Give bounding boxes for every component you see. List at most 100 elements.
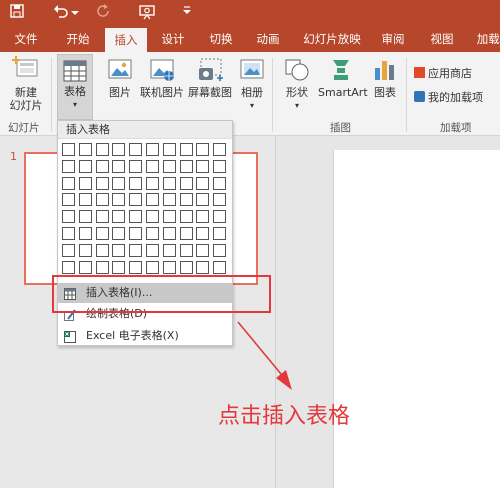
table-grid-cell[interactable]: [162, 176, 176, 190]
table-grid-cell[interactable]: [179, 210, 193, 224]
table-grid-cell[interactable]: [78, 143, 92, 156]
table-grid-cell[interactable]: [213, 159, 227, 173]
table-grid-cell[interactable]: [112, 260, 126, 274]
table-grid-cell[interactable]: [179, 260, 193, 274]
table-grid-cell[interactable]: [129, 243, 143, 257]
screenshot-button[interactable]: 屏幕截图: [186, 56, 234, 99]
table-grid-cell[interactable]: [112, 159, 126, 173]
table-grid-cell[interactable]: [196, 193, 210, 207]
table-grid-cell[interactable]: [179, 143, 193, 156]
shapes-button[interactable]: 形状 ▾: [282, 56, 312, 112]
table-grid-cell[interactable]: [95, 227, 109, 240]
table-grid-cell[interactable]: [146, 243, 159, 257]
table-grid-cell[interactable]: [112, 210, 126, 224]
table-grid-cell[interactable]: [129, 176, 143, 190]
table-grid-cell[interactable]: [146, 143, 159, 156]
customize-qat-icon[interactable]: [178, 4, 196, 22]
table-grid-cell[interactable]: [62, 260, 75, 274]
table-grid-cell[interactable]: [213, 227, 227, 240]
tab-review[interactable]: 审阅: [375, 26, 411, 52]
table-grid-cell[interactable]: [78, 260, 92, 274]
table-grid-cell[interactable]: [179, 193, 193, 207]
table-grid-cell[interactable]: [196, 159, 210, 173]
tab-transitions[interactable]: 切换: [203, 26, 239, 52]
table-grid-cell[interactable]: [112, 243, 126, 257]
table-grid-cell[interactable]: [162, 260, 176, 274]
album-button[interactable]: 相册 ▾: [238, 56, 266, 112]
table-button[interactable]: 表格 ▾: [57, 54, 93, 120]
table-grid-cell[interactable]: [213, 193, 227, 207]
chart-button[interactable]: 图表: [370, 56, 400, 99]
table-grid-cell[interactable]: [146, 193, 159, 207]
tab-addins[interactable]: 加载项: [470, 26, 500, 52]
table-grid-cell[interactable]: [146, 260, 159, 274]
table-grid-cell[interactable]: [196, 260, 210, 274]
table-grid-cell[interactable]: [62, 159, 75, 173]
table-grid-cell[interactable]: [62, 227, 75, 240]
table-grid-cell[interactable]: [162, 143, 176, 156]
my-addins-button[interactable]: 我的加载项: [414, 90, 500, 106]
table-grid-cell[interactable]: [196, 176, 210, 190]
tab-design[interactable]: 设计: [155, 26, 191, 52]
undo-dropdown-icon[interactable]: [70, 4, 80, 22]
slide-canvas[interactable]: [333, 150, 500, 488]
table-grid-cell[interactable]: [129, 210, 143, 224]
tab-file[interactable]: 文件: [8, 26, 44, 52]
table-grid-cell[interactable]: [95, 159, 109, 173]
table-grid-cell[interactable]: [129, 260, 143, 274]
table-grid-cell[interactable]: [112, 227, 126, 240]
table-grid-cell[interactable]: [162, 210, 176, 224]
table-grid-cell[interactable]: [78, 193, 92, 207]
table-grid-cell[interactable]: [179, 227, 193, 240]
table-grid-cell[interactable]: [179, 176, 193, 190]
table-grid-cell[interactable]: [62, 143, 75, 156]
table-grid-cell[interactable]: [78, 176, 92, 190]
table-grid-cell[interactable]: [112, 193, 126, 207]
tab-animations[interactable]: 动画: [250, 26, 286, 52]
save-icon[interactable]: [8, 4, 26, 24]
undo-icon[interactable]: [52, 4, 70, 24]
new-slide-button[interactable]: 新建 幻灯片: [4, 56, 48, 112]
excel-spreadsheet-menu-item[interactable]: Excel 电子表格(X): [58, 326, 232, 346]
table-grid-cell[interactable]: [162, 243, 176, 257]
table-grid-cell[interactable]: [129, 159, 143, 173]
table-grid-cell[interactable]: [179, 243, 193, 257]
table-grid-cell[interactable]: [78, 210, 92, 224]
table-grid-cell[interactable]: [146, 210, 159, 224]
table-grid-cell[interactable]: [78, 159, 92, 173]
redo-icon[interactable]: [94, 4, 112, 24]
table-grid-cell[interactable]: [95, 193, 109, 207]
start-slideshow-icon[interactable]: [138, 4, 156, 26]
store-button[interactable]: 应用商店: [414, 66, 500, 82]
table-grid-cell[interactable]: [62, 243, 75, 257]
tab-view[interactable]: 视图: [424, 26, 460, 52]
table-grid-cell[interactable]: [95, 243, 109, 257]
table-grid-cell[interactable]: [78, 243, 92, 257]
table-grid-cell[interactable]: [162, 159, 176, 173]
table-grid-cell[interactable]: [196, 143, 210, 156]
table-grid-cell[interactable]: [112, 143, 126, 156]
tab-insert[interactable]: 插入: [105, 28, 147, 52]
table-grid-cell[interactable]: [95, 260, 109, 274]
table-grid-cell[interactable]: [95, 210, 109, 224]
tab-home[interactable]: 开始: [60, 26, 96, 52]
table-grid-cell[interactable]: [62, 193, 75, 207]
table-grid-cell[interactable]: [196, 243, 210, 257]
table-grid-cell[interactable]: [62, 176, 75, 190]
table-grid-cell[interactable]: [196, 227, 210, 240]
table-grid-cell[interactable]: [146, 159, 159, 173]
table-grid-cell[interactable]: [213, 243, 227, 257]
table-grid-cell[interactable]: [146, 176, 159, 190]
table-grid-cell[interactable]: [129, 227, 143, 240]
table-grid-cell[interactable]: [213, 143, 227, 156]
table-grid-cell[interactable]: [129, 143, 143, 156]
table-grid-cell[interactable]: [179, 159, 193, 173]
table-grid-cell[interactable]: [78, 227, 92, 240]
table-grid-cell[interactable]: [95, 176, 109, 190]
smartart-button[interactable]: SmartArt: [318, 56, 368, 99]
table-grid-cell[interactable]: [162, 227, 176, 240]
tab-slideshow[interactable]: 幻灯片放映: [300, 26, 364, 52]
table-grid-cell[interactable]: [213, 210, 227, 224]
table-grid-cell[interactable]: [213, 260, 227, 274]
table-grid-cell[interactable]: [129, 193, 143, 207]
